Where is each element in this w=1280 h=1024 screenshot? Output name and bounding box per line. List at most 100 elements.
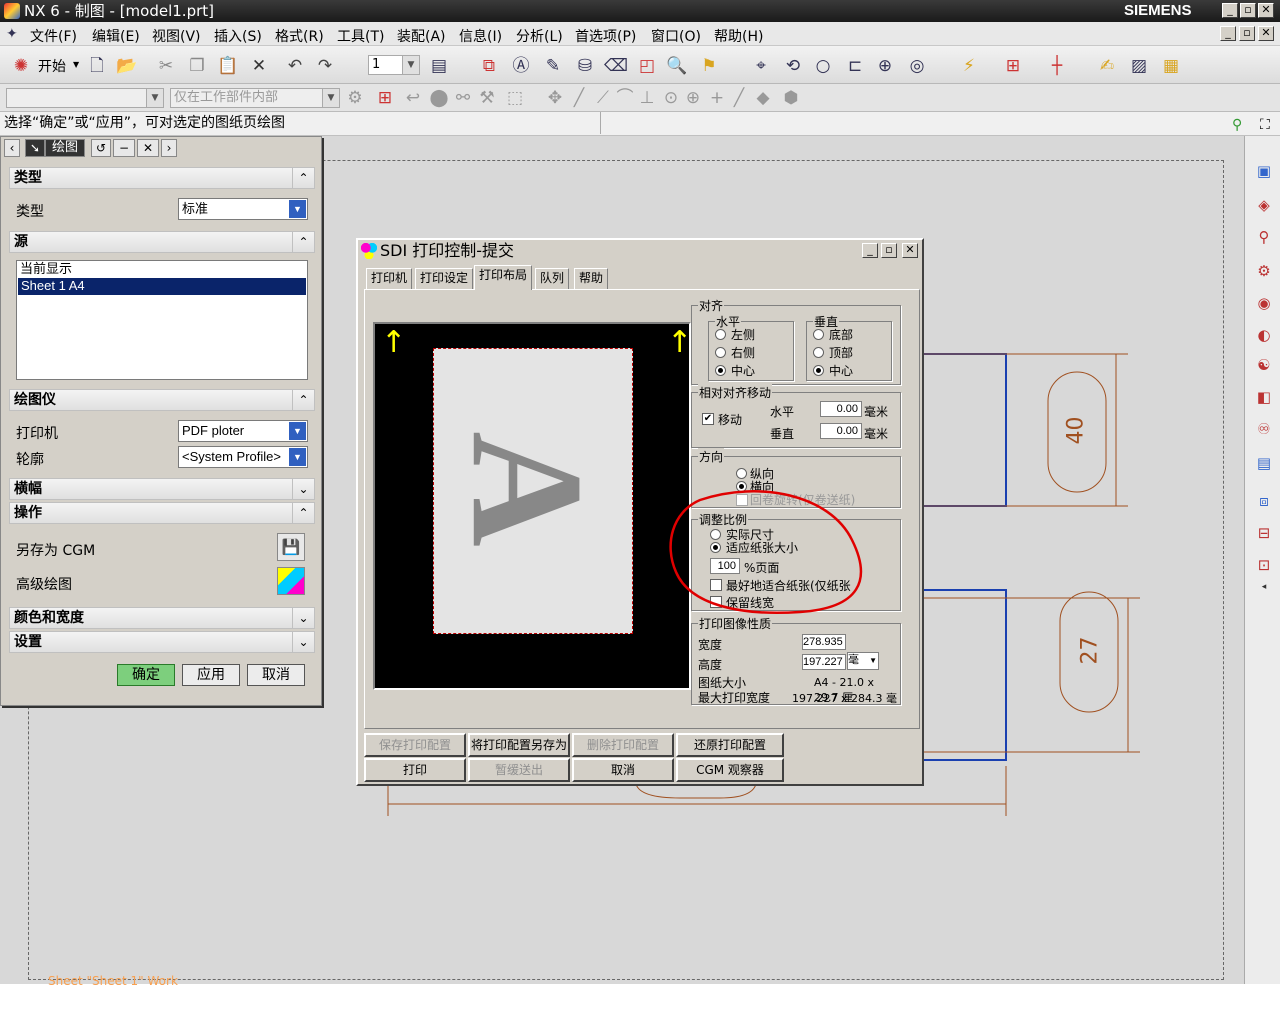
- start-dropdown-icon[interactable]: ▼: [73, 60, 79, 69]
- line-icon[interactable]: ╱: [568, 87, 590, 109]
- radio-v-center[interactable]: [813, 365, 824, 376]
- layer-combo[interactable]: 1 ▼: [368, 55, 420, 75]
- layer-settings-icon[interactable]: ▤: [428, 55, 450, 77]
- section-operation[interactable]: 操作 ⌃: [9, 502, 315, 524]
- center-icon[interactable]: ⊕: [874, 55, 896, 77]
- radio-top[interactable]: [813, 347, 824, 358]
- fullscreen-icon[interactable]: ⛶: [1260, 114, 1270, 137]
- radio-actual-size[interactable]: [710, 529, 721, 540]
- history-icon[interactable]: ⚲: [1253, 226, 1275, 248]
- snap-icon[interactable]: ⚡: [958, 55, 980, 77]
- menu-assembly[interactable]: 装配(A): [397, 26, 446, 46]
- redo-icon[interactable]: ↷: [314, 55, 336, 77]
- dialog-cancel-button[interactable]: 取消: [572, 758, 674, 782]
- eraser-icon[interactable]: ⌫: [604, 55, 628, 77]
- dialog-maximize-button[interactable]: ▫: [881, 243, 897, 258]
- defer-send-button[interactable]: 暂缓送出: [468, 758, 570, 782]
- section-settings[interactable]: 设置 ⌄: [9, 631, 315, 653]
- maximize-button[interactable]: ▫: [1240, 3, 1256, 18]
- menu-help[interactable]: 帮助(H): [714, 26, 763, 46]
- ok-button[interactable]: 确定: [117, 664, 175, 686]
- view-icon[interactable]: ◰: [636, 55, 658, 77]
- reuse-library-icon[interactable]: ⚙: [1253, 260, 1275, 282]
- search-icon[interactable]: 🔍: [666, 55, 688, 77]
- menu-tools[interactable]: 工具(T): [337, 26, 384, 46]
- center-point-icon[interactable]: ⊙: [660, 87, 682, 109]
- menu-insert[interactable]: 插入(S): [214, 26, 262, 46]
- nx-menu-icon[interactable]: ✦: [6, 26, 18, 42]
- delete-config-button[interactable]: 删除打印配置: [572, 733, 674, 757]
- snap-point-icon[interactable]: ⊞: [374, 87, 396, 109]
- label-icon[interactable]: ⚑: [698, 55, 720, 77]
- roles-icon[interactable]: ♾: [1253, 418, 1275, 440]
- on-face-icon[interactable]: ◆: [752, 87, 774, 109]
- link-icon[interactable]: ⚯: [452, 87, 474, 109]
- sheets-icon[interactable]: ⊡: [1253, 554, 1275, 576]
- section-plotter[interactable]: 绘图仪 ⌃: [9, 389, 315, 411]
- tab-print-layout[interactable]: 打印布局: [474, 265, 533, 290]
- hatch-icon[interactable]: ▨: [1128, 55, 1150, 77]
- axis-icon[interactable]: ┼: [1046, 55, 1068, 77]
- text-note-icon[interactable]: Ⓐ: [510, 55, 532, 77]
- midpoint-icon[interactable]: ⊥: [636, 87, 658, 109]
- tab-print-settings[interactable]: 打印设定: [415, 268, 474, 289]
- save-cgm-button[interactable]: 💾: [277, 533, 305, 561]
- circle-icon[interactable]: ○: [812, 55, 834, 77]
- doc-minimize-button[interactable]: _: [1220, 26, 1236, 41]
- menu-analysis[interactable]: 分析(L): [516, 26, 563, 46]
- system-icon[interactable]: ▤: [1253, 452, 1275, 474]
- collapse-left-icon[interactable]: ‹: [4, 139, 20, 157]
- move-checkbox[interactable]: ✔: [702, 413, 714, 425]
- copy-icon[interactable]: ❐: [186, 55, 208, 77]
- table-icon[interactable]: ▦: [1160, 55, 1182, 77]
- section-source[interactable]: 源 ⌃: [9, 231, 315, 253]
- open-folder-icon[interactable]: 📂: [116, 55, 138, 77]
- type-filter-combo[interactable]: ▼: [6, 88, 164, 108]
- delete-icon[interactable]: ✕: [248, 55, 270, 77]
- keep-linewidth-checkbox[interactable]: [710, 596, 722, 608]
- more-icon[interactable]: ◂: [1253, 576, 1275, 598]
- radio-portrait[interactable]: [736, 468, 747, 479]
- minimize-button[interactable]: _: [1222, 3, 1238, 18]
- endpoint-icon[interactable]: ⟋: [592, 87, 614, 109]
- on-curve-icon[interactable]: ╱: [728, 87, 750, 109]
- menu-edit[interactable]: 编辑(E): [92, 26, 140, 46]
- menu-format[interactable]: 格式(R): [275, 26, 324, 46]
- rotate-icon[interactable]: ⟲: [782, 55, 804, 77]
- print-button[interactable]: 打印: [364, 758, 466, 782]
- doc-restore-button[interactable]: ▫: [1239, 26, 1255, 41]
- tab-printer[interactable]: 打印机: [366, 268, 413, 289]
- process-icon[interactable]: ◧: [1253, 386, 1275, 408]
- save-config-as-button[interactable]: 将打印配置另存为: [468, 733, 570, 757]
- paste-icon[interactable]: 📋: [217, 55, 239, 77]
- radio-h-center[interactable]: [715, 365, 726, 376]
- new-file-icon[interactable]: 🗋: [86, 55, 108, 77]
- h-offset-input[interactable]: 0.00: [820, 401, 862, 417]
- radio-fit-paper[interactable]: [710, 542, 721, 553]
- start-button[interactable]: 开始: [38, 56, 66, 76]
- radio-left[interactable]: [715, 329, 726, 340]
- restore-config-button[interactable]: 还原打印配置: [676, 733, 784, 757]
- tool-icon[interactable]: ⚒: [476, 87, 498, 109]
- tab-queue[interactable]: 队列: [535, 268, 570, 289]
- quadrant-icon[interactable]: ⊕: [682, 87, 704, 109]
- radio-bottom[interactable]: [813, 329, 824, 340]
- printer-select[interactable]: PDF ploter ▼: [178, 420, 308, 442]
- existing-point-icon[interactable]: +: [706, 87, 728, 109]
- radio-landscape[interactable]: [736, 481, 747, 492]
- crosshair-icon[interactable]: ⌖: [750, 55, 772, 77]
- close-panel-icon[interactable]: ✕: [137, 139, 159, 157]
- list-item[interactable]: 当前显示: [17, 261, 307, 278]
- stamp-icon[interactable]: ⛁: [574, 55, 596, 77]
- section-color-width[interactable]: 颜色和宽度 ⌄: [9, 607, 315, 629]
- expand-right-icon[interactable]: ›: [161, 139, 177, 157]
- section-banner[interactable]: 横幅 ⌄: [9, 478, 315, 500]
- menu-file[interactable]: 文件(F): [30, 26, 77, 46]
- unit-select[interactable]: 毫 ▼: [847, 652, 879, 670]
- web-browser-icon[interactable]: ◐: [1253, 324, 1275, 346]
- cancel-button[interactable]: 取消: [247, 664, 305, 686]
- profile-select[interactable]: <System Profile> ▼: [178, 446, 308, 468]
- type-select[interactable]: 标准 ▼: [178, 198, 308, 220]
- dialog-minimize-button[interactable]: _: [862, 243, 878, 258]
- doc-close-button[interactable]: ✕: [1258, 26, 1274, 41]
